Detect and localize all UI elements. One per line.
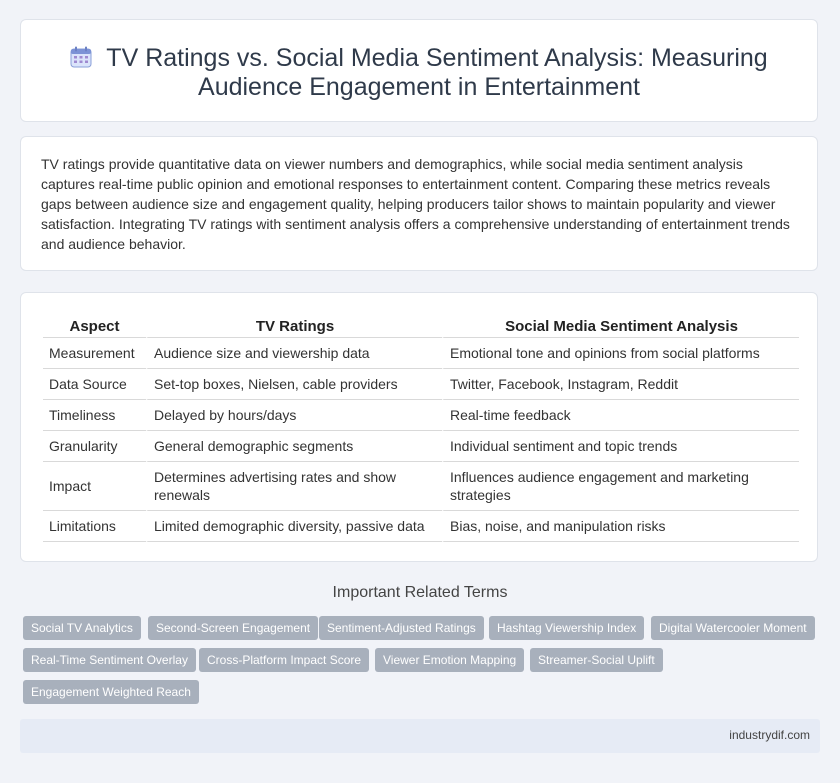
row-social-sentiment: Emotional tone and opinions from social … [442, 338, 799, 369]
tag-cross-platform-impact-score[interactable]: Cross-Platform Impact Score [199, 648, 370, 672]
tag-second-screen-engagement[interactable]: Second-Screen Engagement [148, 616, 319, 640]
related-terms-title: Important Related Terms [332, 584, 508, 601]
row-social-sentiment: Real-time feedback [442, 400, 799, 431]
tag-digital-watercooler-moment[interactable]: Digital Watercooler Moment [651, 616, 815, 640]
tag-engagement-weighted-reach[interactable]: Engagement Weighted Reach [23, 680, 199, 704]
calendar-icon [70, 46, 92, 68]
intro-paragraph: TV ratings provide quantitative data on … [41, 156, 790, 252]
table-row: Limitations Limited demographic diversit… [43, 511, 799, 542]
header-tv-ratings: TV Ratings [146, 313, 442, 338]
row-aspect: Impact [43, 462, 146, 511]
row-tv-ratings: Delayed by hours/days [146, 400, 442, 431]
comparison-table: Aspect TV Ratings Social Media Sentiment… [43, 313, 799, 542]
title-line-1: TV Ratings vs. Social Media Sentiment An… [106, 44, 768, 72]
intro-card: TV ratings provide quantitative data on … [20, 136, 818, 271]
tag-real-time-sentiment-overlay[interactable]: Real-Time Sentiment Overlay [23, 648, 196, 672]
row-social-sentiment: Individual sentiment and topic trends [442, 431, 799, 462]
row-social-sentiment: Twitter, Facebook, Instagram, Reddit [442, 369, 799, 400]
row-aspect: Measurement [43, 338, 146, 369]
comparison-table-card: Aspect TV Ratings Social Media Sentiment… [20, 292, 818, 562]
tag-hashtag-viewership-index[interactable]: Hashtag Viewership Index [489, 616, 645, 640]
table-row: Granularity General demographic segments… [43, 431, 799, 462]
row-social-sentiment: Bias, noise, and manipulation risks [442, 511, 799, 542]
row-social-sentiment: Influences audience engagement and marke… [442, 462, 799, 511]
row-tv-ratings: Determines advertising rates and show re… [146, 462, 442, 511]
tag-viewer-emotion-mapping[interactable]: Viewer Emotion Mapping [375, 648, 525, 672]
title-card: TV Ratings vs. Social Media Sentiment An… [20, 19, 818, 122]
row-aspect: Data Source [43, 369, 146, 400]
row-tv-ratings: General demographic segments [146, 431, 442, 462]
title-line-2: Audience Engagement in Entertainment [198, 73, 640, 101]
table-row: Data Source Set-top boxes, Nielsen, cabl… [43, 369, 799, 400]
table-row: Timeliness Delayed by hours/days Real-ti… [43, 400, 799, 431]
row-aspect: Timeliness [43, 400, 146, 431]
header-social-sentiment: Social Media Sentiment Analysis [442, 313, 799, 338]
row-aspect: Limitations [43, 511, 146, 542]
row-aspect: Granularity [43, 431, 146, 462]
tag-sentiment-adjusted-ratings[interactable]: Sentiment-Adjusted Ratings [319, 616, 484, 640]
header-aspect: Aspect [43, 313, 146, 338]
row-tv-ratings: Limited demographic diversity, passive d… [146, 511, 442, 542]
row-tv-ratings: Audience size and viewership data [146, 338, 442, 369]
footer: industrydif.com [20, 719, 820, 753]
table-header-row: Aspect TV Ratings Social Media Sentiment… [43, 313, 799, 338]
tag-streamer-social-uplift[interactable]: Streamer-Social Uplift [530, 648, 663, 672]
table-row: Impact Determines advertising rates and … [43, 462, 799, 511]
row-tv-ratings: Set-top boxes, Nielsen, cable providers [146, 369, 442, 400]
footer-site-link[interactable]: industrydif.com [729, 728, 810, 742]
table-row: Measurement Audience size and viewership… [43, 338, 799, 369]
tag-social-tv-analytics[interactable]: Social TV Analytics [23, 616, 141, 640]
page-title: TV Ratings vs. Social Media Sentiment An… [21, 44, 817, 102]
